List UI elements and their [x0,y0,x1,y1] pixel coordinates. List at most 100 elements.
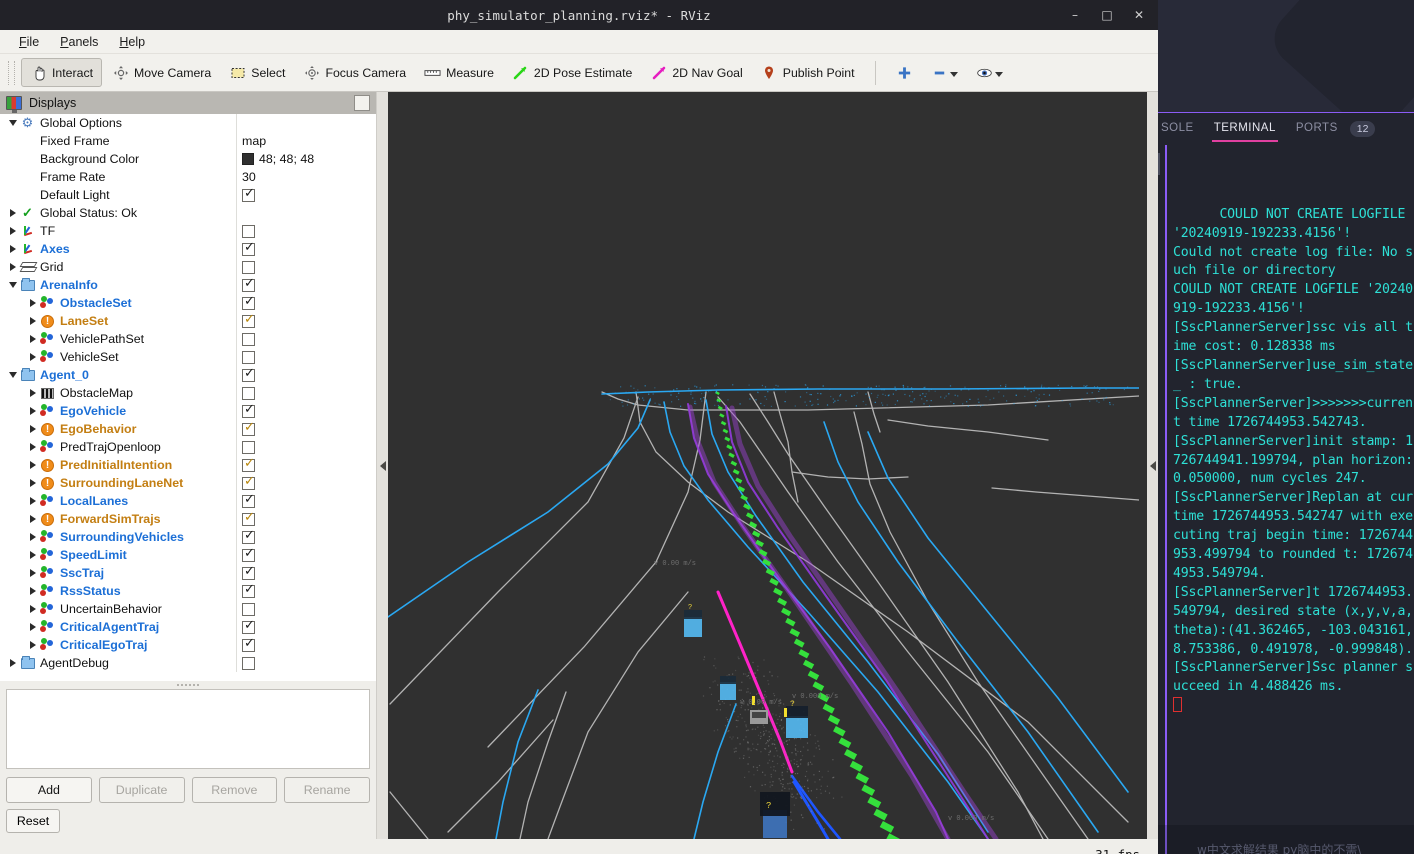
reset-button[interactable]: Reset [6,809,60,833]
visibility-checkbox[interactable] [242,297,255,310]
tool-move-camera[interactable]: Move Camera [104,59,219,86]
tab-ports[interactable]: PORTS [1294,116,1340,142]
display-item-checkbox-cell[interactable] [242,513,255,526]
expander[interactable] [26,353,40,361]
visibility-checkbox[interactable] [242,477,255,490]
expander[interactable] [26,551,40,559]
display-item-criticalagenttraj[interactable]: CriticalAgentTraj [0,618,376,636]
visibility-checkbox[interactable] [242,369,255,382]
display-item-checkbox-cell[interactable] [242,351,255,364]
display-item-surroundingvehicles[interactable]: SurroundingVehicles [0,528,376,546]
visibility-checkbox[interactable] [242,315,255,328]
menu-file[interactable]: File [10,32,48,52]
display-item-checkbox-cell[interactable] [242,549,255,562]
display-item-uncertainbehavior[interactable]: UncertainBehavior [0,600,376,618]
tool-select[interactable]: Select [221,59,293,86]
display-item-checkbox-cell[interactable] [242,279,255,292]
display-item-rssstatus[interactable]: RssStatus [0,582,376,600]
visibility-checkbox[interactable] [242,657,255,670]
tool-remove-panel[interactable] [923,59,966,86]
display-item-checkbox-cell[interactable] [242,387,255,400]
tool-measure[interactable]: Measure [416,59,502,86]
display-item-checkbox-cell[interactable] [242,189,255,202]
display-item-axes[interactable]: Axes [0,240,376,258]
display-item-ssctraj[interactable]: SscTraj [0,564,376,582]
toolbar-grip[interactable] [8,61,15,85]
visibility-checkbox[interactable] [242,387,255,400]
display-item-laneset[interactable]: ! LaneSet [0,312,376,330]
display-item-tf[interactable]: TF [0,222,376,240]
display-item-background-color[interactable]: Background Color 48; 48; 48 [0,150,376,168]
display-item-agentdebug[interactable]: AgentDebug [0,654,376,672]
display-item-checkbox-cell[interactable] [242,243,255,256]
left-panel-collapse-handle[interactable] [377,92,388,839]
expander[interactable] [6,245,20,253]
display-item-checkbox-cell[interactable] [242,441,255,454]
display-item-vehiclepathset[interactable]: VehiclePathSet [0,330,376,348]
display-item-checkbox-cell[interactable] [242,477,255,490]
display-item-checkbox-cell[interactable] [242,495,255,508]
display-item-checkbox-cell[interactable] [242,369,255,382]
chevron-down-icon-2[interactable] [995,72,1003,77]
display-item-checkbox-cell[interactable] [242,621,255,634]
expander[interactable] [26,425,40,433]
display-item-global-status-ok[interactable]: ✓ Global Status: Ok [0,204,376,222]
display-item-checkbox-cell[interactable] [242,603,255,616]
terminal-output[interactable]: COULD NOT CREATE LOGFILE '20240919-19223… [1155,145,1414,825]
expander[interactable] [6,120,20,126]
close-button[interactable]: ✕ [1126,4,1152,26]
panel-splitter[interactable] [0,681,376,689]
minimize-button[interactable]: – [1062,4,1088,26]
display-item-checkbox-cell[interactable] [242,297,255,310]
tool-publish-point[interactable]: Publish Point [753,59,863,86]
display-item-checkbox-cell[interactable] [242,585,255,598]
visibility-checkbox[interactable] [242,423,255,436]
tool-focus-camera[interactable]: Focus Camera [295,59,414,86]
visibility-checkbox[interactable] [242,441,255,454]
expander[interactable] [6,209,20,217]
expander[interactable] [26,443,40,451]
display-item-checkbox-cell[interactable] [242,225,255,238]
add-button[interactable]: Add [6,777,92,803]
display-item-checkbox-cell[interactable] [242,567,255,580]
display-item-forwardsimtrajs[interactable]: ! ForwardSimTrajs [0,510,376,528]
expander[interactable] [26,389,40,397]
display-item-obstaclemap[interactable]: ObstacleMap [0,384,376,402]
expander[interactable] [26,533,40,541]
display-item-global-options[interactable]: ⚙ Global Options [0,114,376,132]
visibility-checkbox[interactable] [242,621,255,634]
expander[interactable] [26,641,40,649]
visibility-checkbox[interactable] [242,351,255,364]
visibility-checkbox[interactable] [242,225,255,238]
expander[interactable] [6,227,20,235]
display-item-fixed-frame[interactable]: Fixed Frame map [0,132,376,150]
right-panel-collapse-handle[interactable] [1147,92,1158,839]
tool-2d-nav-goal[interactable]: 2D Nav Goal [642,59,750,86]
display-item-arenainfo[interactable]: ArenaInfo [0,276,376,294]
display-item-vehicleset[interactable]: VehicleSet [0,348,376,366]
tab-terminal[interactable]: TERMINAL [1212,116,1278,142]
visibility-checkbox[interactable] [242,405,255,418]
display-item-checkbox-cell[interactable] [242,657,255,670]
display-item-checkbox-cell[interactable] [242,315,255,328]
visibility-checkbox[interactable] [242,513,255,526]
visibility-checkbox[interactable] [242,567,255,580]
visibility-checkbox[interactable] [242,459,255,472]
visibility-checkbox[interactable] [242,261,255,274]
display-item-checkbox-cell[interactable] [242,531,255,544]
visibility-checkbox[interactable] [242,531,255,544]
chevron-down-icon[interactable] [950,72,958,77]
expander[interactable] [26,479,40,487]
visibility-checkbox[interactable] [242,549,255,562]
display-item-predtrajopenloop[interactable]: PredTrajOpenloop [0,438,376,456]
display-item-checkbox-cell[interactable] [242,423,255,436]
display-item-value[interactable]: 30 [242,170,256,184]
expander[interactable] [26,461,40,469]
display-item-locallanes[interactable]: LocalLanes [0,492,376,510]
menu-panels[interactable]: Panels [51,32,107,52]
visibility-checkbox[interactable] [242,585,255,598]
display-item-agent-0[interactable]: Agent_0 [0,366,376,384]
expander[interactable] [6,282,20,288]
display-item-criticalegotraj[interactable]: CriticalEgoTraj [0,636,376,654]
tool-add-panel[interactable] [888,59,921,86]
